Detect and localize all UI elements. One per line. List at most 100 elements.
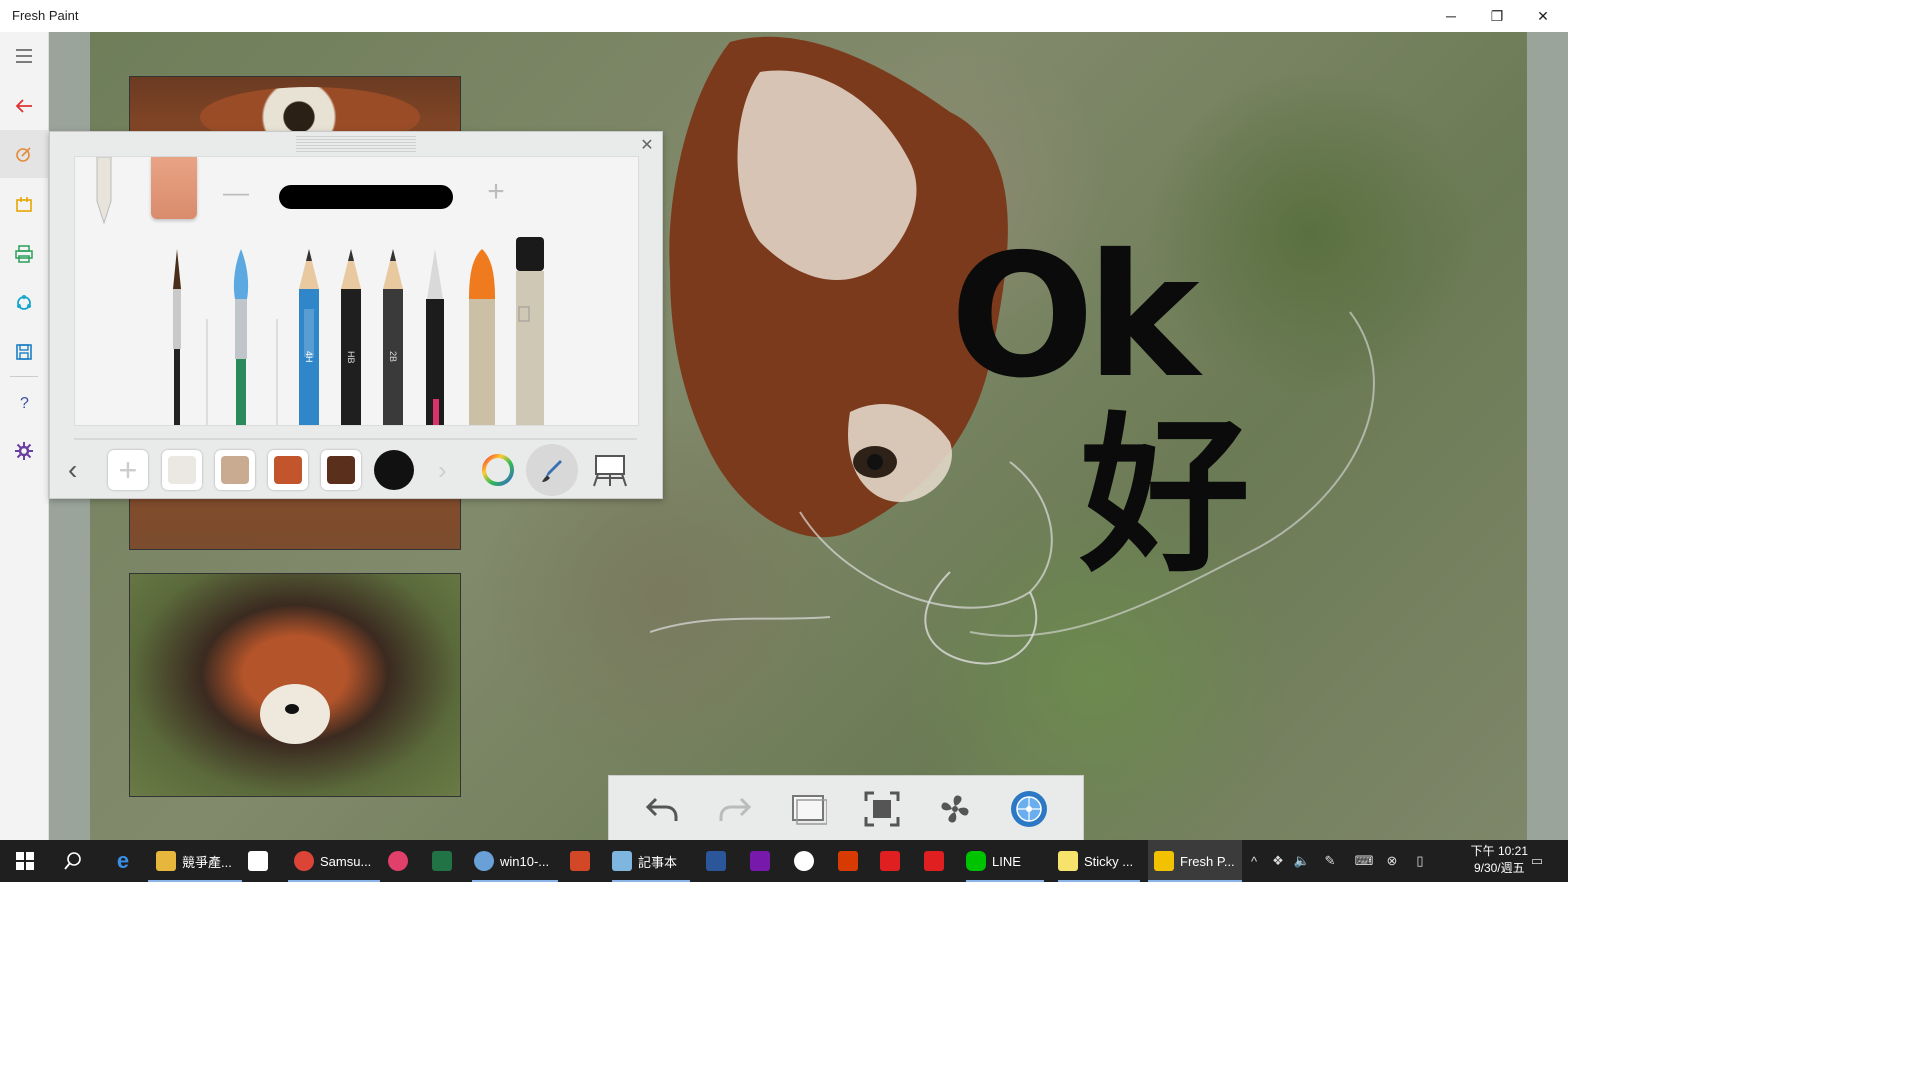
edge-button[interactable]: e xyxy=(110,840,136,882)
taskbar-app-explorer[interactable]: 競爭產... xyxy=(148,840,242,882)
import-button[interactable] xyxy=(0,180,48,228)
menu-icon xyxy=(16,49,32,63)
close-icon: ✕ xyxy=(1537,7,1549,24)
add-color-button[interactable]: + xyxy=(108,450,148,490)
redo-button[interactable] xyxy=(712,786,758,832)
undo-button[interactable] xyxy=(639,786,685,832)
crayon-tool[interactable] xyxy=(465,249,499,425)
import-icon xyxy=(16,197,32,212)
start-button[interactable] xyxy=(12,840,38,882)
taskbar-app-fresh-paint[interactable]: Fresh P... xyxy=(1148,840,1242,882)
color-wheel-icon[interactable] xyxy=(478,450,518,490)
settings-button[interactable] xyxy=(0,427,48,475)
pencil-label-2b: 2B xyxy=(388,351,398,363)
painted-text-hao: 好 xyxy=(1080,398,1251,596)
taskbar-app-office[interactable] xyxy=(838,840,864,882)
layers-button[interactable] xyxy=(785,786,831,832)
pencil-2b-tool[interactable] xyxy=(379,249,407,425)
layers-icon xyxy=(792,795,827,825)
active-indicator xyxy=(966,880,1044,882)
taskbar-app-alarms[interactable] xyxy=(794,840,820,882)
dry-paint-button[interactable] xyxy=(932,786,978,832)
brush-size-slider[interactable] xyxy=(279,185,453,209)
painted-text-ok: Ok xyxy=(950,218,1200,416)
taskbar-clock[interactable]: 下午 10:21 9/30/週五 xyxy=(1471,843,1528,877)
tray-overflow-button[interactable]: ^ xyxy=(1242,840,1266,882)
maximize-button[interactable]: ❐ xyxy=(1474,0,1520,32)
taskbar-app-onenote[interactable] xyxy=(750,840,776,882)
taskbar-app-powerpoint[interactable] xyxy=(570,840,596,882)
xmind-icon xyxy=(924,851,944,871)
action-center-icon: ▭ xyxy=(1530,853,1544,868)
pen-tool[interactable] xyxy=(421,249,449,425)
messenger-icon xyxy=(388,851,408,871)
taskbar-app-excel[interactable] xyxy=(432,840,458,882)
marker-tool[interactable] xyxy=(513,237,547,425)
size-decrease-button[interactable]: — xyxy=(223,177,249,207)
taskbar-app-line[interactable]: LINE xyxy=(966,840,1044,882)
title-bar: Fresh Paint ─ ❐ ✕ xyxy=(0,0,1568,32)
tray-dropbox[interactable]: ❖ xyxy=(1266,840,1290,882)
color-swatch-5[interactable] xyxy=(374,450,414,490)
notepad-icon xyxy=(612,851,632,871)
pencil-hb-tool[interactable] xyxy=(337,249,365,425)
taskbar-app-paint[interactable]: win10-... xyxy=(472,840,558,882)
active-indicator xyxy=(1058,880,1140,882)
fit-screen-button[interactable] xyxy=(859,786,905,832)
acrobat-icon xyxy=(880,851,900,871)
search-button[interactable] xyxy=(60,840,86,882)
color-swatch-1[interactable] xyxy=(162,450,202,490)
taskbar-app-pink[interactable] xyxy=(388,840,414,882)
tray-volume[interactable]: 🔈 xyxy=(1290,840,1314,882)
easel-icon[interactable] xyxy=(590,450,630,490)
panel-drag-handle[interactable] xyxy=(296,136,416,154)
back-button[interactable] xyxy=(0,82,48,130)
menu-button[interactable] xyxy=(0,32,48,80)
search-icon xyxy=(64,852,81,870)
tray-keyboard[interactable]: ⌨ xyxy=(1350,840,1378,882)
panel-close-button[interactable]: ✕ xyxy=(638,136,656,154)
brush-button[interactable] xyxy=(0,130,48,178)
compass-button[interactable] xyxy=(1006,786,1052,832)
tablet-icon: ▯ xyxy=(1416,853,1424,868)
pencil-label-hb: HB xyxy=(346,351,356,364)
color-swatch-3[interactable] xyxy=(268,450,308,490)
eraser-tool[interactable] xyxy=(151,157,197,219)
taskbar-app-word[interactable] xyxy=(706,840,732,882)
taskbar-app-store[interactable] xyxy=(248,840,274,882)
taskbar-app-xmind[interactable] xyxy=(924,840,950,882)
compass-icon xyxy=(1011,791,1047,827)
palette-prev-button[interactable]: ‹ xyxy=(68,456,88,484)
print-button[interactable] xyxy=(0,230,48,278)
taskbar-app-chrome[interactable]: Samsu... xyxy=(288,840,380,882)
save-button[interactable] xyxy=(0,328,48,376)
fine-brush-tool[interactable] xyxy=(163,249,191,425)
share-button[interactable] xyxy=(0,279,48,327)
help-icon: ? xyxy=(20,395,29,412)
taskbar-app-notepad[interactable]: 記事本 xyxy=(612,840,690,882)
pen-nib-icon[interactable] xyxy=(93,157,115,225)
plus-icon: + xyxy=(118,451,138,488)
flat-brush-tool[interactable] xyxy=(227,249,255,425)
color-swatch-4[interactable] xyxy=(321,450,361,490)
action-center-button[interactable]: ▭ xyxy=(1522,840,1552,882)
tray-pen[interactable]: ✎ xyxy=(1318,840,1342,882)
taskbar-app-acrobat[interactable] xyxy=(880,840,906,882)
tray-notification[interactable]: ▯ xyxy=(1408,840,1432,882)
size-increase-button[interactable]: + xyxy=(481,175,511,208)
taskbar-app-label: 競爭產... xyxy=(182,854,232,870)
tray-close-circle[interactable]: ⊗ xyxy=(1380,840,1404,882)
minimize-icon: ─ xyxy=(1446,8,1456,24)
pencil-4h-tool[interactable] xyxy=(295,249,323,425)
swatch-chip-4 xyxy=(327,456,355,484)
color-swatch-2[interactable] xyxy=(215,450,255,490)
help-button[interactable]: ? xyxy=(0,378,48,426)
taskbar-app-sticky-notes[interactable]: Sticky ... xyxy=(1058,840,1140,882)
minimize-button[interactable]: ─ xyxy=(1428,0,1474,32)
rail-divider xyxy=(10,376,38,377)
brush-icon xyxy=(16,147,31,162)
close-button[interactable]: ✕ xyxy=(1520,0,1566,32)
keyboard-icon: ⌨ xyxy=(1354,853,1374,868)
brush-mode-button[interactable] xyxy=(526,444,578,496)
palette-next-button[interactable]: › xyxy=(438,456,454,484)
